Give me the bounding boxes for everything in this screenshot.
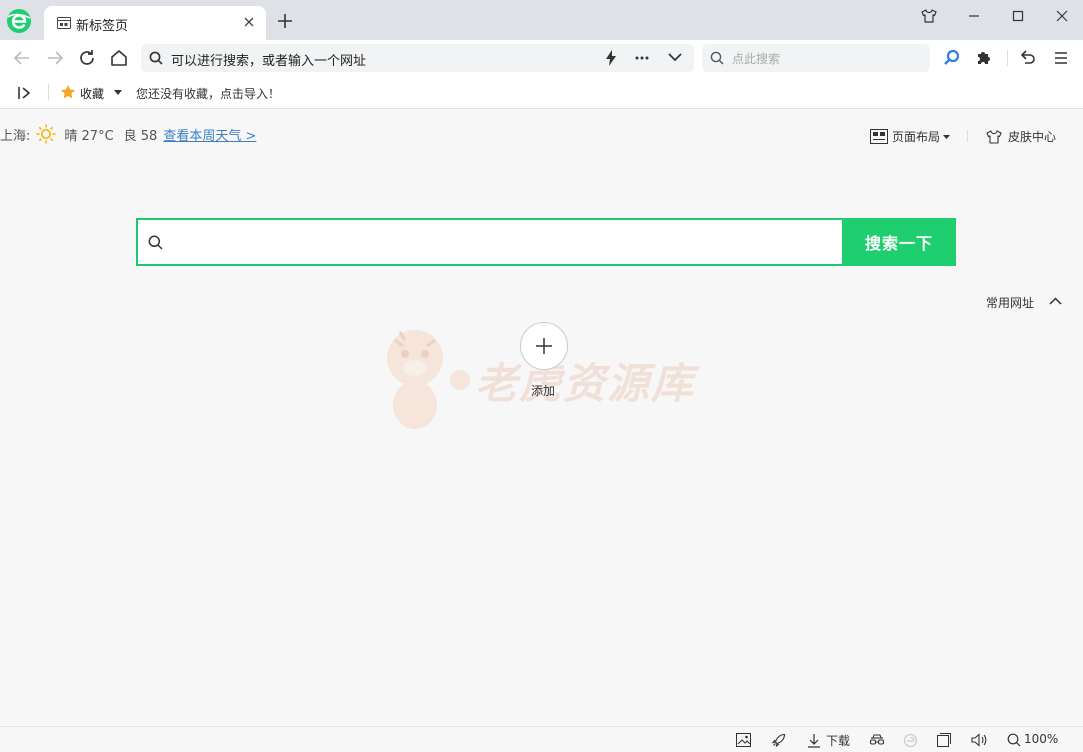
chevron-up-icon[interactable] — [1049, 297, 1062, 305]
skin-center-label: 皮肤中心 — [1008, 130, 1057, 144]
browser-logo-icon[interactable] — [6, 8, 32, 34]
minimize-icon[interactable] — [964, 6, 984, 26]
add-shortcut-button[interactable] — [520, 322, 568, 370]
rocket-icon[interactable] — [771, 733, 786, 748]
search-engine-box[interactable]: 点此搜索 — [702, 44, 930, 72]
skin-shirt-icon[interactable] — [919, 6, 939, 26]
undo-icon[interactable] — [1019, 49, 1037, 67]
chevron-down-icon[interactable] — [668, 53, 682, 62]
search-placeholder: 点此搜索 — [732, 52, 781, 66]
weather-widget: 上海: 晴 27°C 良 58 查看本周天气 > — [0, 124, 256, 144]
caret-down-icon — [943, 134, 951, 139]
skin-center-button[interactable]: 皮肤中心 — [986, 128, 1056, 145]
weekly-weather-link[interactable]: 查看本周天气 > — [163, 125, 256, 144]
common-sites-label[interactable]: 常用网址 — [986, 294, 1034, 311]
new-tab-button[interactable] — [277, 13, 293, 29]
status-bar: 下载 100% — [0, 726, 1083, 752]
skin-shirt-icon — [986, 129, 1002, 145]
page-layout-label: 页面布局 — [892, 130, 941, 144]
close-icon[interactable] — [243, 16, 255, 28]
caret-down-icon[interactable] — [114, 90, 122, 95]
add-shortcut-label: 添加 — [531, 384, 556, 398]
maximize-icon[interactable] — [1008, 6, 1028, 26]
top-actions-divider — [967, 130, 968, 142]
zoom-level[interactable]: 100% — [1024, 732, 1058, 746]
bookmark-divider — [48, 84, 49, 100]
forward-arrow-icon[interactable] — [46, 49, 64, 67]
title-bar: 新标签页 — [0, 0, 1083, 40]
menu-icon[interactable] — [1052, 49, 1070, 67]
glasses-icon[interactable] — [869, 733, 885, 747]
page-layout-button[interactable]: 页面布局 — [870, 128, 951, 145]
sun-icon — [36, 124, 56, 144]
star-icon[interactable] — [60, 84, 76, 100]
newtab-page-icon — [57, 17, 71, 29]
zoom-icon[interactable] — [1007, 733, 1021, 747]
watermark-text: 老虎资源库 — [475, 359, 696, 408]
search-go-icon[interactable] — [943, 49, 961, 67]
search-icon — [149, 51, 163, 65]
more-dots-icon[interactable] — [635, 56, 649, 60]
bookmarks-label[interactable]: 收藏 — [80, 85, 104, 102]
tab-new-tab[interactable]: 新标签页 — [44, 6, 266, 40]
bookmarks-import-hint[interactable]: 您还没有收藏，点击导入！ — [136, 85, 280, 102]
plus-icon — [536, 338, 552, 354]
address-bar[interactable]: 可以进行搜索，或者输入一个网址 — [141, 44, 694, 72]
lightning-icon[interactable] — [604, 50, 618, 66]
home-icon[interactable] — [110, 49, 128, 67]
download-icon[interactable] — [807, 733, 821, 748]
volume-icon[interactable] — [971, 733, 987, 747]
tab-title: 新标签页 — [76, 19, 129, 34]
tiger-mascot-icon — [387, 330, 470, 429]
weather-condition: 晴 27°C — [64, 128, 114, 144]
reload-icon[interactable] — [78, 49, 96, 67]
back-arrow-icon[interactable] — [13, 49, 31, 67]
weather-city: 上海: — [0, 128, 31, 144]
toolbar-divider — [1007, 50, 1008, 66]
search-icon — [148, 235, 163, 250]
window-icon[interactable] — [937, 733, 951, 747]
weather-aqi: 良 58 — [123, 128, 158, 144]
sidebar-toggle-icon[interactable] — [17, 86, 31, 100]
search-icon — [710, 51, 724, 65]
download-label[interactable]: 下载 — [826, 732, 850, 749]
navigation-bar: 可以进行搜索，或者输入一个网址 点此搜索 — [0, 40, 1083, 76]
address-placeholder: 可以进行搜索，或者输入一个网址 — [171, 54, 367, 69]
close-window-icon[interactable] — [1052, 6, 1072, 26]
ie-mode-icon[interactable] — [903, 733, 918, 748]
search-button[interactable]: 搜索一下 — [842, 218, 956, 266]
extensions-puzzle-icon[interactable] — [975, 49, 993, 67]
image-icon[interactable] — [736, 733, 751, 747]
layout-icon — [870, 129, 888, 144]
bookmark-bar: 收藏 您还没有收藏，点击导入！ — [0, 76, 1083, 109]
main-search-input[interactable] — [136, 218, 956, 266]
